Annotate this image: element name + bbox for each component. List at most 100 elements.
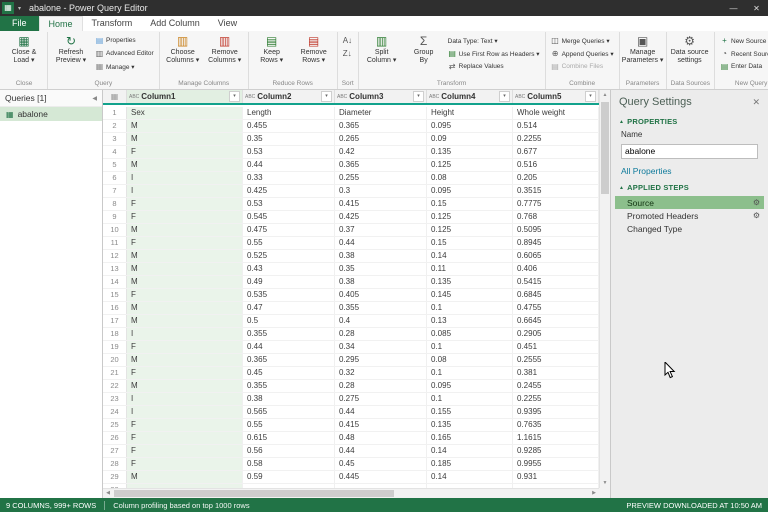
applied-step-promoted-headers[interactable]: Promoted Headers⚙ [615,209,764,222]
close-window-button[interactable]: ✕ [745,0,768,16]
cell[interactable]: F [127,419,243,431]
row-number[interactable]: 15 [103,289,127,301]
collapse-queries-icon[interactable]: ◀ [92,95,97,102]
cell[interactable]: 0.6845 [513,289,599,301]
row-number[interactable]: 19 [103,341,127,353]
cell[interactable]: 0.125 [427,159,513,171]
applied-step-source[interactable]: Source⚙ [615,196,764,209]
cell[interactable]: 0.2255 [513,133,599,145]
row-number[interactable]: 12 [103,250,127,262]
row-number[interactable]: 9 [103,211,127,223]
row-number[interactable]: 18 [103,328,127,340]
cell[interactable]: 0.3 [335,185,427,197]
cell[interactable]: 0.9395 [513,406,599,418]
cell[interactable]: 0.135 [427,419,513,431]
cell[interactable]: I [127,393,243,405]
cell[interactable]: 0.37 [335,224,427,236]
row-number[interactable]: 24 [103,406,127,418]
cell[interactable]: 0.455 [243,120,335,132]
cell[interactable]: 0.6645 [513,315,599,327]
close-load-button[interactable]: ▦Close & Load ▾ [3,32,45,66]
cell[interactable]: 0.7775 [513,198,599,210]
sort-az-button[interactable]: A↓ [341,35,354,46]
cell[interactable]: 0.677 [513,146,599,158]
row-number[interactable]: 20 [103,354,127,366]
row-number[interactable]: 29 [103,471,127,483]
row-number[interactable]: 17 [103,315,127,327]
applied-steps-section-header[interactable]: ▲ APPLIED STEPS [611,180,768,194]
cell[interactable]: 0.565 [243,406,335,418]
cell[interactable]: 0.44 [243,159,335,171]
row-number[interactable]: 4 [103,146,127,158]
cell[interactable]: F [127,146,243,158]
cell[interactable]: 0.535 [243,289,335,301]
cell[interactable]: 0.514 [513,120,599,132]
cell[interactable]: 0.475 [243,224,335,236]
row-number[interactable]: 13 [103,263,127,275]
cell[interactable]: 0.5095 [513,224,599,236]
filter-icon[interactable]: ▾ [229,91,240,102]
cell[interactable]: 0.265 [335,133,427,145]
cell[interactable]: Diameter [335,107,427,119]
scroll-left-icon[interactable]: ◀ [103,489,113,498]
cell[interactable]: 0.381 [513,367,599,379]
cell[interactable]: 0.1 [427,367,513,379]
cell[interactable]: 0.445 [335,471,427,483]
horizontal-scroll-thumb[interactable] [114,490,394,497]
cell[interactable]: 0.44 [335,445,427,457]
cell[interactable]: 0.33 [243,172,335,184]
cell[interactable]: 0.275 [335,393,427,405]
remove-rows-button[interactable]: ▤Remove Rows ▾ [293,32,335,66]
cell[interactable]: F [127,432,243,444]
group-by-button[interactable]: ΣGroup By [403,32,445,66]
cell[interactable]: 0.8945 [513,237,599,249]
cell[interactable]: 0.09 [427,133,513,145]
data-source-settings-button[interactable]: ⚙Data source settings [669,32,711,66]
cell[interactable]: 0.125 [427,224,513,236]
cell[interactable]: 0.45 [243,367,335,379]
cell[interactable]: 0.205 [513,172,599,184]
close-settings-icon[interactable]: ✕ [752,97,760,108]
filter-icon[interactable]: ▾ [413,91,424,102]
cell[interactable]: M [127,133,243,145]
cell[interactable]: 0.55 [243,419,335,431]
cell[interactable]: 0.08 [427,172,513,184]
row-number[interactable]: 10 [103,224,127,236]
column-header-column1[interactable]: ABCColumn1▾ [127,90,243,103]
cell[interactable]: 0.2555 [513,354,599,366]
properties-button[interactable]: ▤Properties [93,35,156,46]
row-number[interactable]: 1 [103,107,127,119]
enter-data-button[interactable]: ▤Enter Data [718,61,768,72]
row-number[interactable]: 11 [103,237,127,249]
cell[interactable]: 0.7635 [513,419,599,431]
row-number[interactable]: 27 [103,445,127,457]
append-queries-button[interactable]: ⊕Append Queries ▾ [549,48,616,59]
cell[interactable]: 0.2455 [513,380,599,392]
cell[interactable]: 0.125 [427,211,513,223]
cell[interactable]: F [127,198,243,210]
cell[interactable]: F [127,289,243,301]
cell[interactable]: 0.355 [335,302,427,314]
cell[interactable]: 0.931 [513,471,599,483]
cell[interactable]: 0.415 [335,419,427,431]
cell[interactable]: 1.1615 [513,432,599,444]
manage-button[interactable]: ▦Manage ▾ [93,61,156,72]
advanced-editor-button[interactable]: ▥Advanced Editor [93,48,156,59]
cell[interactable]: 0.35 [335,263,427,275]
cell[interactable]: F [127,341,243,353]
cell[interactable]: 0.11 [427,263,513,275]
cell[interactable]: F [127,458,243,470]
cell[interactable]: 0.14 [427,471,513,483]
cell[interactable]: 0.3515 [513,185,599,197]
cell[interactable]: 0.365 [335,120,427,132]
column-header-column4[interactable]: ABCColumn4▾ [427,90,513,103]
cell[interactable]: 0.425 [243,185,335,197]
filter-icon[interactable]: ▾ [499,91,510,102]
cell[interactable]: 0.38 [243,393,335,405]
cell[interactable]: 0.56 [243,445,335,457]
filter-icon[interactable]: ▾ [585,91,596,102]
cell[interactable]: 0.6065 [513,250,599,262]
sort-za-button[interactable]: Z↓ [341,48,354,59]
cell[interactable]: 0.53 [243,146,335,158]
cell[interactable]: 0.43 [243,263,335,275]
